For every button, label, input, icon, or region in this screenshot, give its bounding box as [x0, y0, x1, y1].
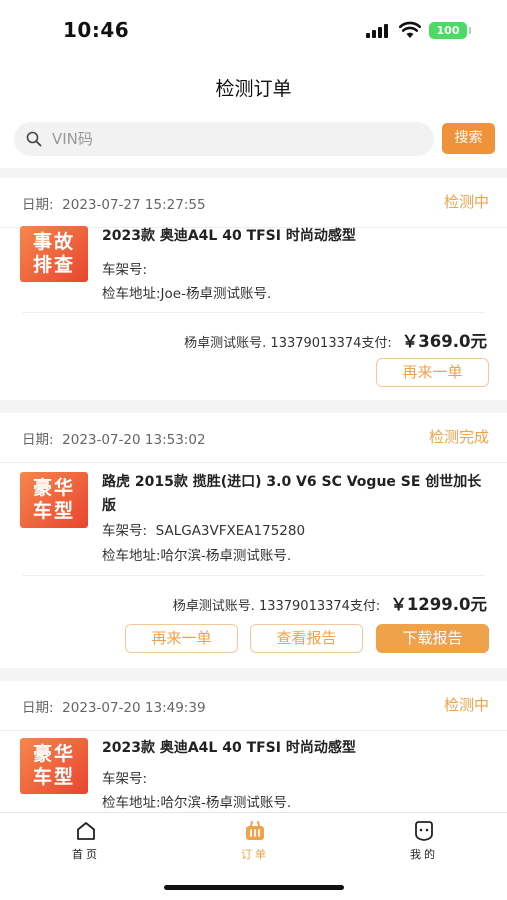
divider	[22, 575, 485, 576]
order-basket-icon	[246, 821, 264, 840]
status-time: 10:46	[63, 18, 130, 42]
order-card-header: 日期: 2023-07-20 13:53:02 检测完成	[0, 413, 507, 463]
cellular-signal-icon	[366, 24, 390, 38]
payment-info: 杨卓测试账号. 13379013374支付: ￥1299.0元	[172, 595, 487, 614]
order-date: 日期: 2023-07-20 13:53:02	[22, 432, 206, 448]
status-bar: 10:46 100	[0, 0, 507, 62]
home-indicator	[164, 885, 344, 890]
order-date: 日期: 2023-07-20 13:49:39	[22, 700, 206, 716]
car-model-title: 2023款 奥迪A4L 40 TFSI 时尚动感型	[102, 228, 356, 244]
car-model-title: 路虎 2015款 揽胜(进口) 3.0 V6 SC Vogue SE 创世加长版	[102, 474, 482, 514]
tab-label: 订单	[241, 848, 269, 861]
tab-label: 首页	[72, 848, 100, 861]
order-status: 检测中	[443, 193, 489, 211]
service-type-thumbnail: 豪华 车型	[20, 738, 88, 794]
search-icon	[26, 131, 42, 147]
payment-amount: ￥369.0元	[401, 332, 487, 351]
order-card-header: 日期: 2023-07-27 15:27:55 检测中	[0, 178, 507, 228]
order-status: 检测中	[443, 696, 489, 714]
inspection-address: 检车地址:Joe-杨卓测试账号.	[102, 286, 272, 302]
order-card[interactable]: 日期: 2023-07-27 15:27:55 检测中 事故 排查 2023款 奥…	[0, 178, 507, 400]
order-card[interactable]: 日期: 2023-07-20 13:49:39 检测中 豪华 车型 2023款 奥…	[0, 681, 507, 812]
search-box[interactable]	[14, 122, 434, 156]
search-button[interactable]: 搜索	[442, 123, 495, 154]
reorder-button[interactable]: 再来一单	[376, 358, 489, 387]
service-type-thumbnail: 豪华 车型	[20, 472, 88, 528]
search-area: 搜索	[0, 110, 507, 168]
order-card-header: 日期: 2023-07-20 13:49:39 检测中	[0, 681, 507, 731]
download-report-button[interactable]: 下载报告	[376, 624, 489, 653]
service-type-thumbnail: 事故 排查	[20, 226, 88, 282]
order-card[interactable]: 日期: 2023-07-20 13:53:02 检测完成 豪华 车型 路虎 201…	[0, 413, 507, 668]
order-date: 日期: 2023-07-27 15:27:55	[22, 197, 206, 213]
frame-number: 车架号:	[102, 262, 148, 278]
nav-bar: 检测订单	[0, 62, 507, 110]
wifi-icon	[399, 21, 421, 38]
search-input[interactable]	[52, 122, 422, 156]
home-icon	[77, 822, 95, 840]
frame-number: 车架号:	[102, 771, 148, 787]
reorder-button[interactable]: 再来一单	[125, 624, 238, 653]
tab-profile[interactable]: 我的	[394, 819, 454, 862]
order-status: 检测完成	[428, 428, 489, 446]
frame-number: 车架号: SALGA3VFXEA175280	[102, 523, 306, 539]
divider	[22, 312, 485, 313]
page-title: 检测订单	[215, 78, 292, 100]
car-model-title: 2023款 奥迪A4L 40 TFSI 时尚动感型	[102, 740, 356, 756]
profile-face-icon	[415, 821, 433, 841]
tab-orders[interactable]: 订单	[225, 819, 285, 862]
tab-label: 我的	[410, 848, 438, 861]
payment-amount: ￥1299.0元	[390, 595, 487, 614]
inspection-address: 检车地址:哈尔滨-杨卓测试账号.	[102, 795, 292, 811]
tab-home[interactable]: 首页	[56, 819, 116, 862]
inspection-address: 检车地址:哈尔滨-杨卓测试账号.	[102, 548, 292, 564]
view-report-button[interactable]: 查看报告	[250, 624, 363, 653]
battery-icon: 100	[429, 22, 471, 39]
payment-info: 杨卓测试账号. 13379013374支付: ￥369.0元	[184, 332, 487, 351]
